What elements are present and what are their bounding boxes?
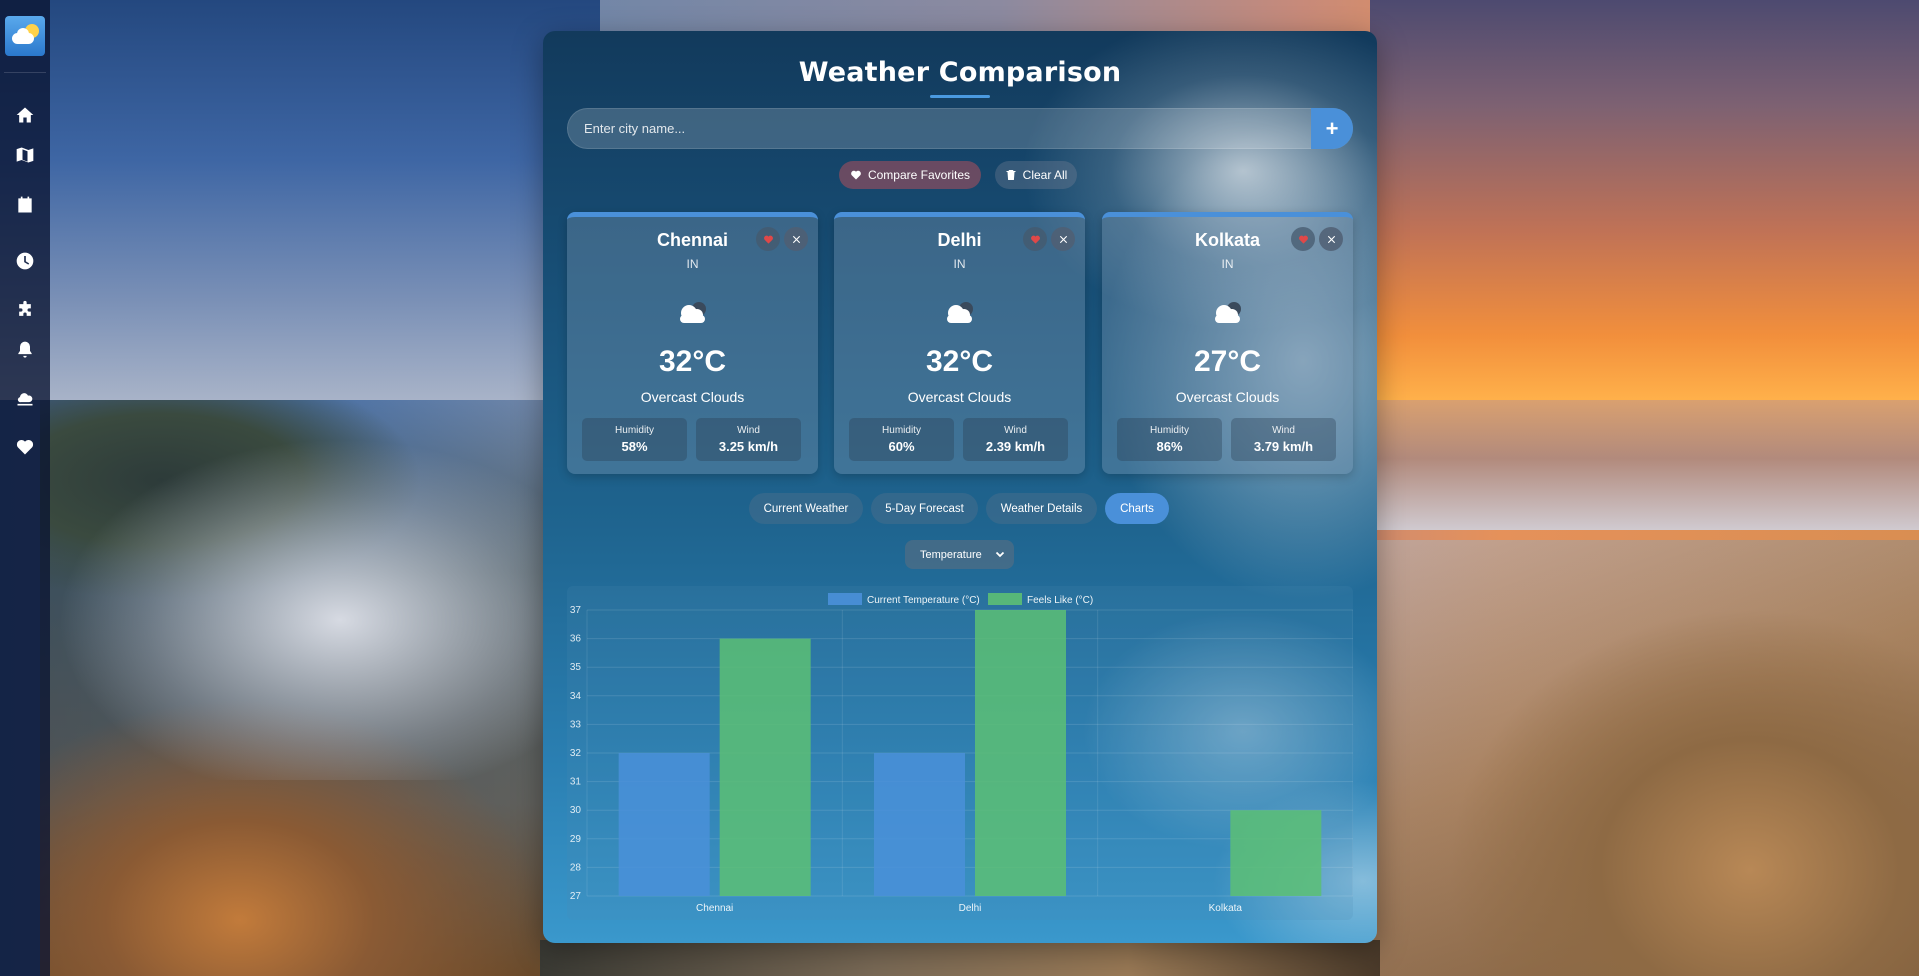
city-condition: Overcast Clouds: [907, 389, 1012, 405]
x-tick-label: Chennai: [696, 903, 733, 914]
overcast-cloud-icon: [947, 302, 973, 323]
trash-icon: [1006, 170, 1016, 180]
background-sea-of-clouds: [1370, 400, 1919, 530]
y-tick-label: 34: [570, 691, 582, 702]
bar-feels-like: [719, 638, 811, 896]
city-name: Delhi: [937, 230, 982, 250]
home-icon[interactable]: [11, 101, 39, 129]
wind-label: Wind: [1272, 425, 1295, 436]
city-country: IN: [953, 257, 966, 271]
city-country: IN: [1221, 257, 1234, 271]
legend-swatch: [828, 593, 862, 605]
y-tick-label: 32: [570, 748, 582, 759]
wind-label: Wind: [737, 425, 760, 436]
city-country: IN: [686, 257, 699, 271]
y-tick-label: 27: [570, 891, 582, 902]
city-temperature: 32°C: [925, 345, 994, 378]
title-underline: [930, 95, 990, 98]
x-tick-label: Delhi: [959, 903, 982, 914]
search-bar: +: [567, 108, 1353, 149]
humidity-label: Humidity: [1150, 425, 1189, 436]
humidity-stat: Humidity 86%: [1117, 418, 1222, 461]
chart-metric-select[interactable]: Temperature: [905, 540, 1014, 569]
wind-stat: Wind 2.39 km/h: [963, 418, 1068, 461]
bar-feels-like: [975, 610, 1066, 896]
city-search-input[interactable]: [568, 109, 1308, 148]
wind-value: 3.25 km/h: [718, 439, 779, 454]
y-tick-label: 33: [570, 719, 582, 730]
humidity-label: Humidity: [882, 425, 921, 436]
humidity-label: Humidity: [615, 425, 654, 436]
legend-swatch: [988, 593, 1022, 605]
background-hillside: [1370, 540, 1919, 976]
humidity-stat: Humidity 60%: [849, 418, 954, 461]
city-card: Delhi IN 32°C Overcast Clouds Humidity 6…: [834, 212, 1085, 474]
legend-label: Feels Like (°C): [1027, 595, 1093, 606]
bar-feels-like: [1230, 810, 1322, 896]
chevron-down-icon: [995, 551, 1005, 558]
wind-label: Wind: [1004, 425, 1027, 436]
clear-all-button[interactable]: Clear All: [995, 161, 1077, 189]
heart-icon[interactable]: [11, 433, 39, 461]
wind-value: 2.39 km/h: [985, 439, 1046, 454]
map-icon[interactable]: [11, 141, 39, 169]
city-card: Kolkata IN 27°C Overcast Clouds Humidity…: [1102, 212, 1353, 474]
humidity-value: 60%: [888, 439, 915, 454]
comparison-panel: Weather Comparison + Compare Favorites C…: [543, 31, 1377, 943]
temperature-chart: 27 28 29 30 31 32 33 34 35 36 37 Chennai Delhi Kolkat…: [567, 586, 1354, 920]
background-fog: [40, 360, 560, 780]
bar-current-temperature: [618, 753, 710, 896]
calendar-icon[interactable]: [11, 191, 39, 219]
sidebar-divider: [4, 72, 46, 73]
compare-favorites-label: Compare Favorites: [867, 168, 971, 182]
heart-icon: [851, 170, 861, 180]
tab-weather-details[interactable]: Weather Details: [986, 493, 1097, 524]
x-tick-label: Kolkata: [1209, 903, 1243, 914]
y-tick-label: 36: [570, 634, 582, 645]
city-name: Kolkata: [1194, 230, 1261, 250]
clock-icon[interactable]: [11, 247, 39, 275]
bell-icon[interactable]: [11, 336, 39, 364]
tab-charts[interactable]: Charts: [1105, 493, 1169, 524]
wind-value: 3.79 km/h: [1253, 439, 1314, 454]
app-logo-icon[interactable]: [5, 16, 45, 56]
y-tick-label: 37: [570, 605, 582, 616]
city-temperature: 32°C: [658, 345, 727, 378]
chart-canvas: 27 28 29 30 31 32 33 34 35 36 37 Chennai Delhi Kolkat…: [570, 593, 1354, 914]
city-condition: Overcast Clouds: [640, 389, 745, 405]
humidity-value: 58%: [621, 439, 648, 454]
chart-metric-selected: Temperature: [920, 548, 982, 561]
wind-stat: Wind 3.79 km/h: [1231, 418, 1336, 461]
humidity-value: 86%: [1156, 439, 1183, 454]
y-tick-label: 31: [570, 777, 582, 788]
y-tick-label: 29: [570, 834, 582, 845]
clear-all-label: Clear All: [1022, 168, 1068, 182]
background-forest: [40, 400, 560, 976]
bar-current-temperature: [874, 753, 965, 896]
overcast-cloud-icon: [1215, 302, 1241, 323]
background-sky-left: [0, 0, 600, 400]
wind-stat: Wind 3.25 km/h: [696, 418, 801, 461]
tab-current-weather[interactable]: Current Weather: [749, 493, 863, 524]
background-sunset-sky: [1370, 0, 1919, 420]
city-name: Chennai: [656, 230, 728, 250]
puzzle-icon[interactable]: [11, 296, 39, 324]
tab-5-day-forecast[interactable]: 5-Day Forecast: [871, 493, 978, 524]
add-city-button[interactable]: +: [1311, 108, 1353, 149]
y-tick-label: 35: [570, 662, 582, 673]
cloud-sun-icon[interactable]: [11, 384, 39, 412]
y-tick-label: 28: [570, 862, 582, 873]
sidebar: [0, 0, 50, 976]
y-tick-label: 30: [570, 805, 582, 816]
humidity-stat: Humidity 58%: [582, 418, 687, 461]
plus-icon: +: [1325, 115, 1339, 141]
compare-favorites-button[interactable]: Compare Favorites: [839, 161, 981, 189]
city-card: Chennai IN 32°C Overcast Clouds Humidity…: [567, 212, 818, 474]
overcast-cloud-icon: [680, 302, 706, 323]
city-condition: Overcast Clouds: [1175, 389, 1280, 405]
city-temperature: 27°C: [1193, 345, 1262, 378]
background-ground: [540, 940, 1380, 976]
legend-label: Current Temperature (°C): [867, 595, 980, 606]
page-title: Weather Comparison: [798, 57, 1122, 88]
